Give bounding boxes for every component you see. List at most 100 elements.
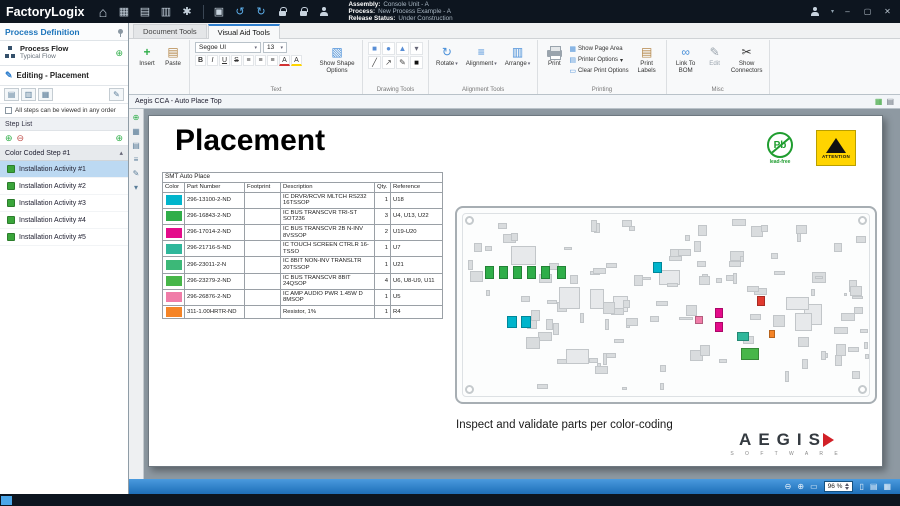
- process-flow-row[interactable]: Process Flow Typical Flow ⊕: [0, 41, 128, 66]
- collapse-icon[interactable]: ▴: [119, 149, 123, 157]
- show-shape-options-button[interactable]: ▧ Show Shape Options: [317, 42, 357, 76]
- page-layout-icon[interactable]: ▤: [132, 141, 140, 150]
- board-layers-icon[interactable]: ▦: [132, 127, 140, 136]
- fit-page-icon[interactable]: ▯: [859, 482, 863, 491]
- part-number-cell: 296-23011-2-N: [185, 257, 245, 273]
- documents-icon[interactable]: ▤: [137, 3, 154, 20]
- print-labels-button[interactable]: ▤ Print Labels: [633, 42, 661, 76]
- pin-icon[interactable]: [118, 29, 123, 34]
- grid-view-button[interactable]: ▦: [38, 88, 53, 101]
- insert-button[interactable]: + Insert: [136, 42, 158, 69]
- show-connectors-button[interactable]: ✂ Show Connectors: [730, 42, 764, 76]
- footprint-cell: [245, 257, 281, 273]
- italic-icon[interactable]: I: [207, 55, 218, 66]
- undo-icon[interactable]: ↺: [232, 3, 249, 20]
- rectangle-tool-icon[interactable]: ■: [368, 42, 381, 55]
- redo-icon[interactable]: ↻: [253, 3, 270, 20]
- print-button[interactable]: Print: [543, 42, 565, 69]
- board-view-icon[interactable]: ▦: [875, 97, 883, 106]
- copy-icon[interactable]: ▥: [158, 3, 175, 20]
- user-account-icon[interactable]: [807, 3, 824, 20]
- edit-step-button[interactable]: ✎: [109, 88, 124, 101]
- multi-page-icon[interactable]: ▦: [883, 482, 891, 491]
- qty-cell: 3: [375, 208, 391, 224]
- pencil-tool-icon[interactable]: ✎: [396, 56, 409, 69]
- link-to-bom-button[interactable]: ∞ Link To BOM: [672, 42, 700, 76]
- font-color-icon[interactable]: A: [279, 55, 290, 66]
- edit-button[interactable]: ✎ Edit: [704, 42, 726, 69]
- copy-step-button[interactable]: ▥: [21, 88, 36, 101]
- draw-tool-icon[interactable]: ✎: [133, 169, 140, 178]
- add-annotation-icon[interactable]: ⊕: [133, 113, 140, 122]
- maximize-button[interactable]: ▢: [861, 7, 874, 16]
- step-list-item[interactable]: Installation Activity #5: [0, 229, 128, 246]
- color-coded-step-group-header[interactable]: Color Coded Step #1 ▴: [0, 146, 128, 161]
- one-page-icon[interactable]: ▤: [870, 482, 878, 491]
- bold-icon[interactable]: B: [195, 55, 206, 66]
- printing-group-label: Printing: [538, 87, 665, 93]
- chevron-down-icon: ▾: [455, 61, 458, 67]
- printer-options-button[interactable]: ▤ Printer Options ▾: [569, 55, 628, 65]
- triangle-tool-icon[interactable]: ▲: [396, 42, 409, 55]
- zoom-spinner[interactable]: [845, 483, 849, 490]
- step-list-item[interactable]: Installation Activity #3: [0, 195, 128, 212]
- pcb-component: [698, 225, 707, 236]
- align-right-icon[interactable]: ≡: [267, 55, 278, 66]
- step-list-item[interactable]: Installation Activity #4: [0, 212, 128, 229]
- add-group-icon[interactable]: ⊕: [115, 133, 123, 144]
- footprint-cell: [245, 305, 281, 318]
- fit-width-icon[interactable]: ▭: [810, 482, 818, 491]
- home-icon[interactable]: ⌂: [95, 3, 112, 20]
- color-swatch: [166, 276, 182, 286]
- document-tab-title[interactable]: Aegis CCA - Auto Place Top: [135, 98, 222, 105]
- font-name-select[interactable]: Segoe UI ▾: [195, 42, 261, 53]
- process-tree-icon[interactable]: [316, 3, 333, 20]
- remove-step-icon[interactable]: ⊖: [17, 133, 25, 144]
- list-tool-icon[interactable]: ≡: [134, 155, 139, 164]
- settings-gear-icon[interactable]: ✱: [179, 3, 196, 20]
- highlight-color-icon[interactable]: A: [291, 55, 302, 66]
- strikethrough-icon[interactable]: S: [231, 55, 242, 66]
- add-flow-icon[interactable]: ⊕: [115, 48, 123, 59]
- add-step-icon[interactable]: ⊕: [5, 133, 13, 144]
- lock-release-icon[interactable]: [295, 3, 312, 20]
- new-step-button[interactable]: ▤: [4, 88, 19, 101]
- minimize-button[interactable]: –: [841, 7, 854, 16]
- save-icon[interactable]: ▣: [211, 3, 228, 20]
- zoom-level-input[interactable]: 96 %: [824, 481, 854, 492]
- line-tool-icon[interactable]: ╱: [368, 56, 381, 69]
- step-list-item[interactable]: Installation Activity #2: [0, 178, 128, 195]
- step-order-checkbox[interactable]: [5, 107, 12, 114]
- lock-icon[interactable]: [274, 3, 291, 20]
- modules-icon[interactable]: ▦: [116, 3, 133, 20]
- underline-icon[interactable]: U: [219, 55, 230, 66]
- paste-button[interactable]: ▤ Paste: [162, 42, 184, 69]
- clear-print-options-button[interactable]: ▭ Clear Print Options: [569, 66, 628, 76]
- table-title-row: SMT Auto Place: [163, 173, 443, 183]
- alignment-button[interactable]: ≡ Alignment▾: [464, 42, 499, 69]
- show-page-area-button[interactable]: ▦ Show Page Area: [569, 44, 628, 54]
- misc-group-label: Misc: [667, 87, 769, 93]
- arrange-button[interactable]: ▥ Arrange▾: [503, 42, 533, 69]
- ellipse-tool-icon[interactable]: ●: [382, 42, 395, 55]
- user-menu-caret-icon[interactable]: ▾: [831, 8, 834, 15]
- tab-document-tools[interactable]: Document Tools: [133, 24, 207, 38]
- align-center-icon[interactable]: ≡: [255, 55, 266, 66]
- line-color-icon[interactable]: ■: [410, 56, 423, 69]
- rotate-button[interactable]: ↻ Rotate▾: [434, 42, 460, 69]
- close-button[interactable]: ✕: [881, 7, 894, 16]
- color-cell: [163, 257, 185, 273]
- step-list-item[interactable]: Installation Activity #1: [0, 161, 128, 178]
- tab-visual-aid-tools[interactable]: Visual Aid Tools: [208, 24, 280, 39]
- align-left-icon[interactable]: ≡: [243, 55, 254, 66]
- document-tab-icons: ▦ ▤: [875, 97, 894, 106]
- status-bar: ⊖ ⊕ ▭ 96 % ▯ ▤ ▦: [129, 479, 900, 494]
- shape-dropdown-icon[interactable]: ▾: [410, 42, 423, 55]
- zoom-out-icon[interactable]: ⊖: [785, 482, 792, 491]
- arrow-tool-icon[interactable]: ↗: [382, 56, 395, 69]
- zoom-in-icon[interactable]: ⊕: [797, 482, 804, 491]
- color-swatch: [166, 228, 182, 238]
- font-size-select[interactable]: 13 ▾: [263, 42, 287, 53]
- page-view-icon[interactable]: ▤: [886, 97, 894, 106]
- more-tools-icon[interactable]: ▾: [134, 183, 138, 192]
